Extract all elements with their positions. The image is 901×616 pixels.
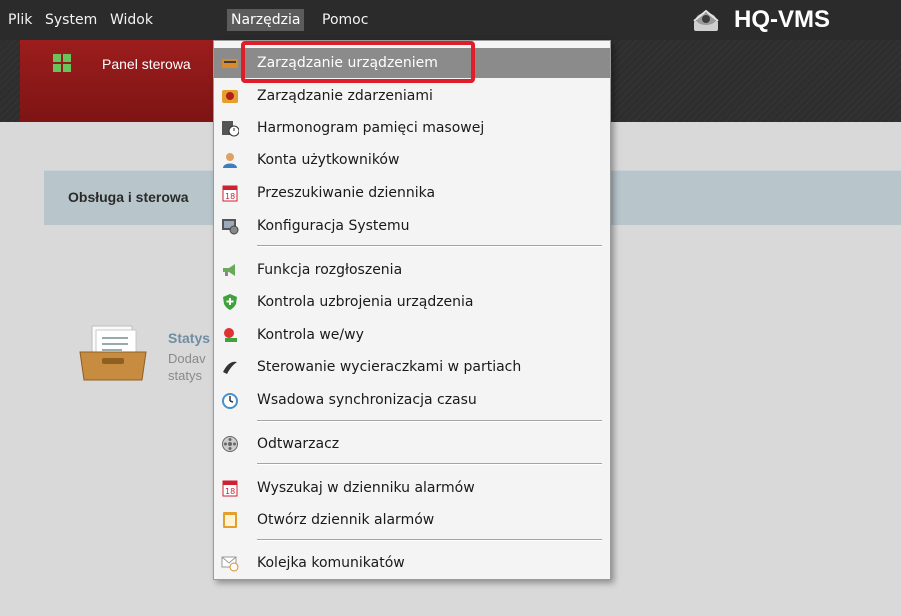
- menu-item-message-queue[interactable]: Kolejka komunikatów: [214, 548, 610, 578]
- player-icon: [221, 435, 239, 453]
- menu-item-label: Przeszukiwanie dziennika: [257, 185, 436, 201]
- menu-item-label: Funkcja rozgłoszenia: [257, 262, 403, 278]
- menu-item-storage-schedule[interactable]: Harmonogram pamięci masowej: [214, 113, 610, 143]
- menu-item-label: Harmonogram pamięci masowej: [257, 120, 485, 136]
- event-management-icon: [221, 87, 239, 105]
- brand: HQ-VMS: [688, 4, 830, 36]
- time-sync-icon: [221, 391, 239, 409]
- app-title: HQ-VMS: [734, 6, 830, 33]
- menu-item-label: Wyszukaj w dzienniku alarmów: [257, 480, 475, 496]
- menu-system[interactable]: System: [41, 9, 101, 31]
- tab-label: Panel sterowa: [102, 56, 191, 72]
- menu-item-open-alarm-log[interactable]: Otwórz dziennik alarmów: [214, 505, 610, 535]
- menu-item-label: Konta użytkowników: [257, 152, 400, 168]
- menu-item-label: Kontrola we/wy: [257, 327, 364, 343]
- wiper-control-icon: [221, 358, 239, 376]
- user-accounts-icon: [221, 151, 239, 169]
- menu-narzedzia[interactable]: Narzędzia: [227, 9, 305, 31]
- broadcast-icon: [221, 261, 239, 279]
- menu-separator: [257, 420, 602, 422]
- camera-icon: [693, 9, 719, 31]
- log-search-icon: 18: [221, 184, 239, 202]
- tools-dropdown-menu: Zarządzanie urządzeniem Zarządzanie zdar…: [213, 40, 611, 580]
- section-title: Obsługa i sterowa: [68, 189, 189, 205]
- menu-item-label: Otwórz dziennik alarmów: [257, 512, 435, 528]
- system-config-icon: [221, 217, 239, 235]
- io-control-icon: [221, 326, 239, 344]
- menu-item-player[interactable]: Odtwarzacz: [214, 429, 610, 459]
- menu-bar: Plik System Widok Narzędzia Pomoc HQ-VMS: [0, 0, 901, 40]
- svg-text:18: 18: [225, 192, 235, 201]
- device-management-icon: [221, 54, 239, 72]
- menu-separator: [257, 539, 602, 541]
- menu-item-label: Zarządzanie zdarzeniami: [257, 88, 433, 104]
- menu-item-label: Wsadowa synchronizacja czasu: [257, 392, 477, 408]
- alarm-log-search-icon: 18: [221, 479, 239, 497]
- card-desc-line-1: Dodav: [168, 351, 206, 366]
- menu-item-time-sync[interactable]: Wsadowa synchronizacja czasu: [214, 385, 610, 415]
- menu-separator: [257, 463, 602, 465]
- card-description: Dodav statys: [168, 350, 206, 384]
- menu-item-alarm-log-search[interactable]: 18 Wyszukaj w dzienniku alarmów: [214, 473, 610, 503]
- menu-item-wiper-control[interactable]: Sterowanie wycieraczkami w partiach: [214, 352, 610, 382]
- menu-item-label: Odtwarzacz: [257, 436, 340, 452]
- open-alarm-log-icon: [221, 511, 239, 529]
- menu-item-arming-control[interactable]: Kontrola uzbrojenia urządzenia: [214, 287, 610, 317]
- grid-icon: [53, 54, 71, 72]
- menu-item-system-config[interactable]: Konfiguracja Systemu: [214, 211, 610, 241]
- svg-text:18: 18: [225, 487, 235, 496]
- menu-item-log-search[interactable]: 18 Przeszukiwanie dziennika: [214, 178, 610, 208]
- menu-item-label: Konfiguracja Systemu: [257, 218, 410, 234]
- menu-item-label: Sterowanie wycieraczkami w partiach: [257, 359, 522, 375]
- menu-plik[interactable]: Plik: [4, 9, 36, 31]
- arming-control-icon: [221, 293, 239, 311]
- menu-item-broadcast[interactable]: Funkcja rozgłoszenia: [214, 255, 610, 285]
- menu-item-label: Kontrola uzbrojenia urządzenia: [257, 294, 474, 310]
- menu-item-io-control[interactable]: Kontrola we/wy: [214, 320, 610, 350]
- tab-control-panel[interactable]: Panel sterowa: [20, 40, 240, 122]
- menu-separator: [257, 245, 602, 247]
- message-queue-icon: [221, 554, 239, 572]
- menu-item-event-management[interactable]: Zarządzanie zdarzeniami: [214, 81, 610, 111]
- menu-widok[interactable]: Widok: [106, 9, 157, 31]
- menu-item-user-accounts[interactable]: Konta użytkowników: [214, 145, 610, 175]
- menu-item-label: Kolejka komunikatów: [257, 555, 405, 571]
- statistics-icon: [79, 325, 147, 381]
- card-desc-line-2: statys: [168, 368, 202, 383]
- storage-schedule-icon: [221, 119, 239, 137]
- card-title[interactable]: Statys: [168, 330, 210, 346]
- menu-pomoc[interactable]: Pomoc: [318, 9, 372, 31]
- highlight-box: [241, 41, 475, 83]
